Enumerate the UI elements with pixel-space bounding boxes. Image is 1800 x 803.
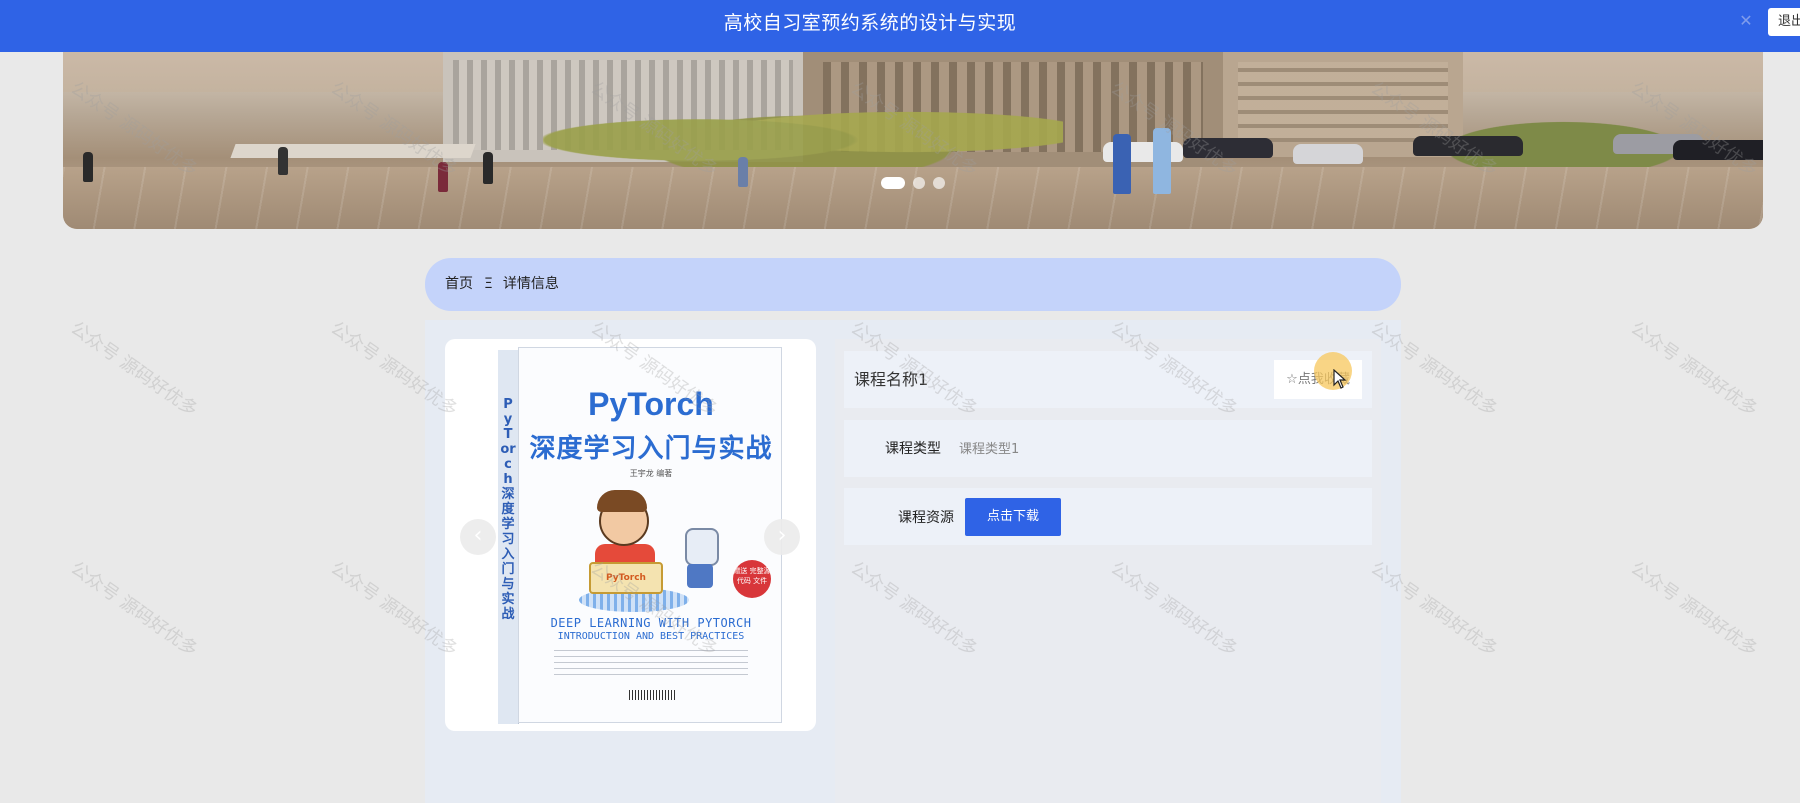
banner-person [1153,128,1171,194]
breadcrumb-current: 详情信息 [502,276,559,292]
banner-person [738,157,748,187]
page-title: 高校自习室预约系统的设计与实现 [723,12,1017,34]
book-subtitle: 深度学习入门与实战 [529,434,773,464]
book-badge: 赠送 完整源代码 文件 [733,560,771,598]
breadcrumb: 首页 Ξ 详情信息 [425,258,1401,311]
breadcrumb-separator-icon: Ξ [484,276,493,292]
gallery-prev-button[interactable]: ‹ [460,519,496,555]
watermark-text: 公众号 源码好优多 [1626,317,1762,421]
banner-car [1673,140,1763,160]
banner-person [278,147,288,175]
chevron-right-icon: › [777,523,787,548]
book-illustration: PyTorch [579,488,739,612]
gallery-next-button[interactable]: › [764,519,800,555]
book-english-subtitle: INTRODUCTION AND BEST PRACTICES [557,631,745,642]
banner-trees [543,92,1063,172]
course-name: 课程名称1 [854,370,929,389]
close-icon[interactable]: ✕ [1735,10,1757,32]
banner-carousel[interactable] [63,52,1763,229]
course-info-panel [835,339,1381,803]
course-type-label: 课程类型 [885,441,941,457]
illustration-laptop: PyTorch [589,562,663,594]
watermark-text: 公众号 源码好优多 [1626,557,1762,661]
book-title: PyTorch [588,386,714,422]
banner-person [83,152,93,182]
book-cover: PyTorch 深度学习入门与实战 王宇龙 编著 PyTorch 赠送 完整源代… [518,347,782,723]
book-publisher-mark [629,690,675,700]
carousel-dot-2[interactable] [913,177,925,189]
robot-illustration [685,528,719,566]
banner-car [1293,144,1363,164]
course-type-value: 课程类型1 [959,442,1020,457]
watermark-text: 公众号 源码好优多 [66,557,202,661]
banner-car [1413,136,1523,156]
book-english-title: DEEP LEARNING WITH PYTORCH [550,616,752,630]
book-author: 王宇龙 编著 [629,469,673,478]
banner-person [438,162,448,192]
banner-person [1113,134,1131,194]
book-blurb [554,650,748,676]
course-cover-image: PyTorch深度学习入门与实战 PyTorch 深度学习入门与实战 王宇龙 编… [498,347,784,724]
course-resource-label: 课程资源 [898,510,954,526]
carousel-dot-1[interactable] [881,177,905,189]
carousel-dot-3[interactable] [933,177,945,189]
watermark-text: 公众号 源码好优多 [66,317,202,421]
book-spine-text: PyTorch深度学习入门与实战 [500,397,516,622]
carousel-indicators [881,177,953,189]
mouse-cursor-icon [1333,369,1347,389]
banner-car [1183,138,1273,158]
logout-button[interactable]: 退出 [1768,8,1800,36]
download-button[interactable]: 点击下载 [965,498,1061,536]
top-header: 高校自习室预约系统的设计与实现 ✕ 退出 [0,0,1800,52]
banner-person [483,152,493,184]
breadcrumb-home[interactable]: 首页 [445,258,473,311]
chevron-left-icon: ‹ [473,523,483,548]
